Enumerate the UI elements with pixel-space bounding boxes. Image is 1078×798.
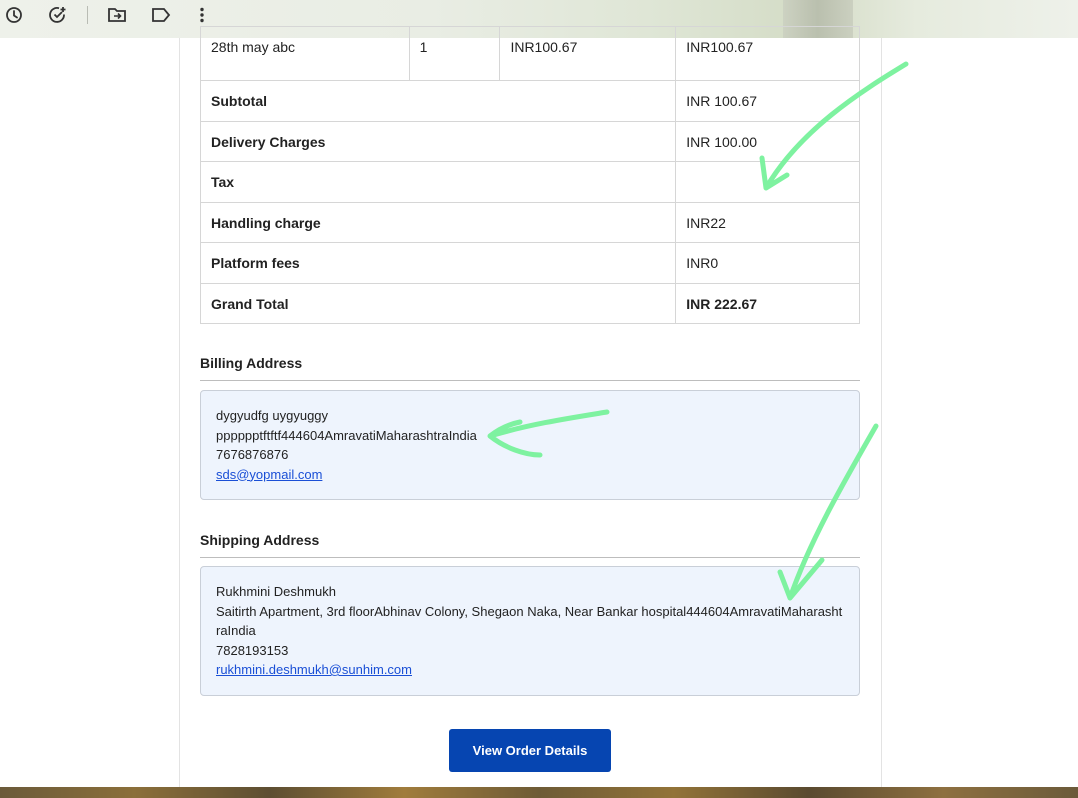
tax-row: Tax (199, 161, 860, 203)
background-photo-strip (0, 787, 1078, 798)
row-label: Delivery Charges (199, 121, 677, 162)
subtotal-row: Subtotal INR 100.67 (199, 80, 860, 122)
view-order-details-button[interactable]: View Order Details (449, 729, 611, 772)
row-value: INR 222.67 (675, 283, 860, 324)
delivery-row: Delivery Charges INR 100.00 (199, 121, 860, 162)
row-value: INR 100.67 (675, 80, 860, 122)
item-qty: 1 (408, 26, 501, 81)
shipping-phone: 7828193153 (216, 642, 289, 658)
shipping-address-line: Saitirth Apartment, 3rd floorAbhinav Col… (216, 603, 843, 639)
billing-address-box: dygyudfg uygyuggy pppppptftftf444604Amra… (200, 390, 860, 500)
item-row: 28th may abc 1 INR100.67 INR100.67 (200, 26, 860, 81)
add-task-icon[interactable] (48, 5, 68, 25)
row-label: Handling charge (199, 202, 677, 243)
row-label: Platform fees (199, 242, 677, 284)
item-name: 28th may abc (200, 26, 410, 81)
grand-total-row: Grand Total INR 222.67 (199, 283, 860, 324)
row-label: Tax (199, 161, 677, 203)
item-price: INR100.67 (499, 26, 677, 81)
label-icon[interactable] (151, 5, 171, 25)
platform-fees-row: Platform fees INR0 (199, 242, 860, 284)
row-value: INR0 (675, 242, 860, 284)
billing-address-line: pppppptftftf444604AmravatiMaharashtraInd… (216, 427, 477, 443)
billing-name: dygyudfg uygyuggy (216, 408, 329, 423)
handling-row: Handling charge INR22 (199, 202, 860, 243)
row-value: INR22 (675, 202, 860, 243)
row-label: Grand Total (199, 283, 677, 324)
billing-address-title: Billing Address (200, 355, 860, 381)
row-label: Subtotal (199, 80, 677, 122)
shipping-address-title: Shipping Address (200, 532, 860, 558)
billing-phone: 7676876876 (216, 447, 289, 462)
shipping-name: Rukhmini Deshmukh (216, 584, 336, 599)
more-vert-icon[interactable] (192, 5, 212, 25)
row-value: INR 100.00 (675, 121, 860, 162)
billing-email-link[interactable]: sds@yopmail.com (216, 467, 322, 482)
clock-icon[interactable] (4, 5, 24, 25)
item-total: INR100.67 (675, 26, 860, 81)
shipping-email-link[interactable]: rukhmini.deshmukh@sunhim.com (216, 662, 412, 677)
move-to-folder-icon[interactable] (107, 5, 127, 25)
toolbar-divider (87, 6, 88, 24)
row-value (675, 161, 860, 203)
shipping-address-box: Rukhmini Deshmukh Saitirth Apartment, 3r… (200, 566, 860, 696)
order-summary-table: 28th may abc 1 INR100.67 INR100.67 Subto… (199, 26, 860, 324)
